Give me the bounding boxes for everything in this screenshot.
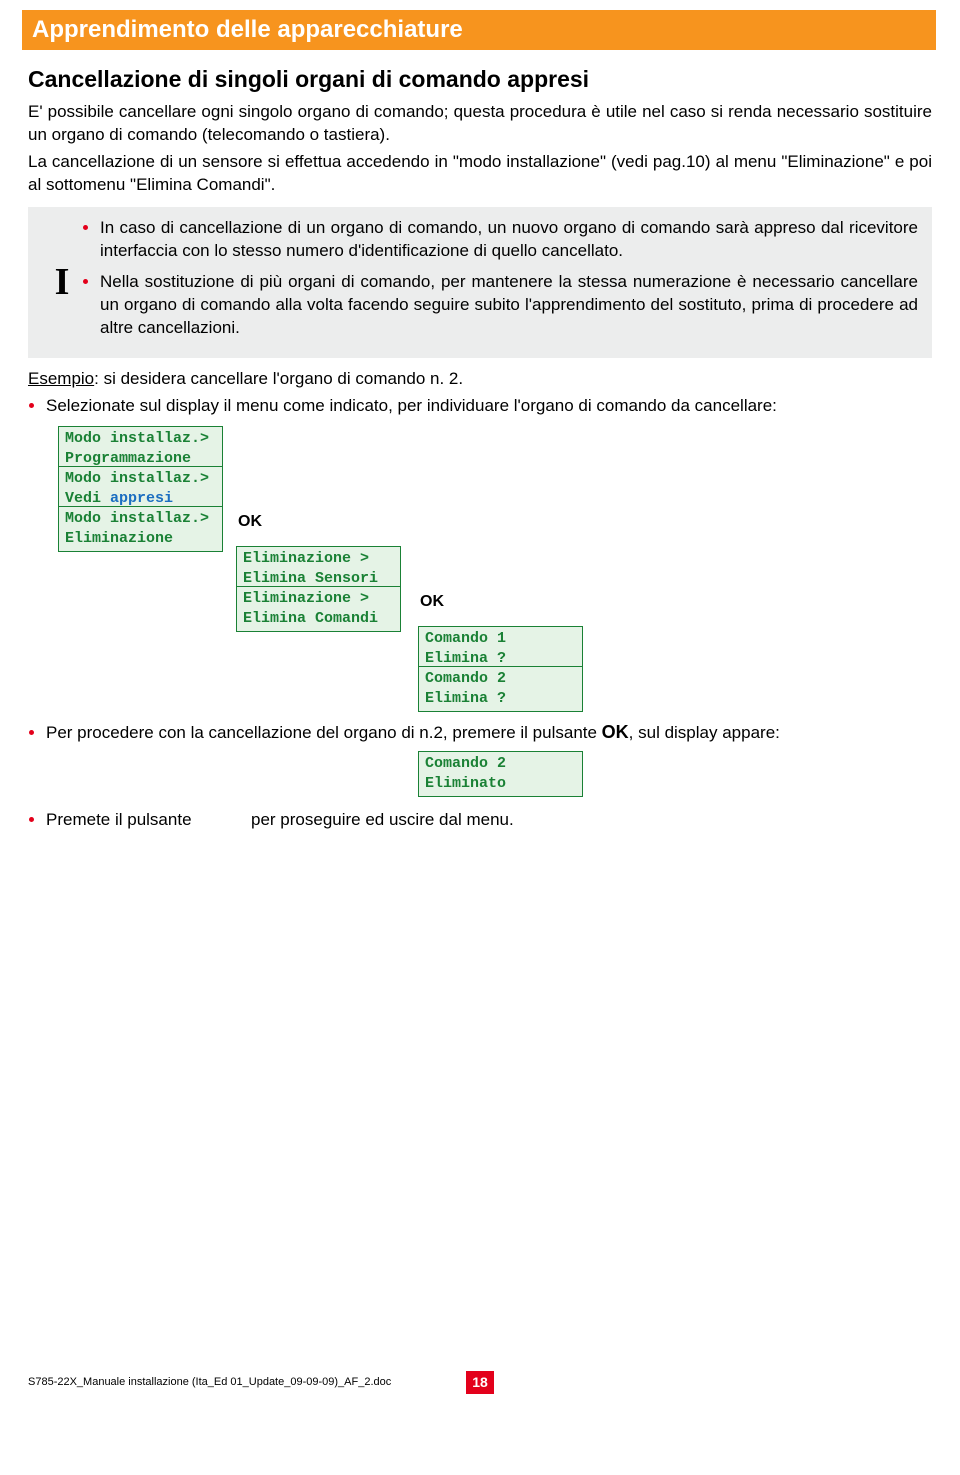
page-number-badge: 18 <box>466 1371 494 1394</box>
menu-box-comando-2: Comando 2 Elimina ? <box>418 666 583 713</box>
section-header: Apprendimento delle apparecchiature <box>22 10 936 50</box>
info-icon: I <box>42 217 82 348</box>
intro-paragraph-1: E' possibile cancellare ogni singolo org… <box>28 101 932 147</box>
intro-paragraph-2: La cancellazione di un sensore si effett… <box>28 151 932 197</box>
menu-box-eliminazione: Modo installaz.> Eliminazione <box>58 506 223 553</box>
example-line: Esempio: si desidera cancellare l'organo… <box>28 368 932 391</box>
menu-box-elimina-comandi: Eliminazione > Elimina Comandi <box>236 586 401 633</box>
subsection-title: Cancellazione di singoli organi di coman… <box>28 64 932 95</box>
step-press-ok: Per procedere con la cancellazione del o… <box>46 720 932 745</box>
ok-label-1: OK <box>238 511 262 533</box>
step-exit: Premete il pulsante per proseguire ed us… <box>46 809 932 832</box>
example-label: Esempio <box>28 369 94 388</box>
menu-box-eliminato: Comando 2 Eliminato <box>418 751 583 798</box>
step-select-menu: Selezionate sul display il menu come ind… <box>46 395 932 418</box>
info-note: I In caso di cancellazione di un organo … <box>28 207 932 358</box>
menu-navigation-diagram: Modo installaz.> Programmazione Modo ins… <box>58 426 932 716</box>
note-item-1: In caso di cancellazione di un organo di… <box>100 217 918 263</box>
note-item-2: Nella sostituzione di più organi di coma… <box>100 271 918 340</box>
footer-doc-name: S785-22X_Manuale installazione (Ita_Ed 0… <box>28 1375 391 1390</box>
page-footer: S785-22X_Manuale installazione (Ita_Ed 0… <box>28 1371 932 1394</box>
ok-label-2: OK <box>420 591 444 613</box>
